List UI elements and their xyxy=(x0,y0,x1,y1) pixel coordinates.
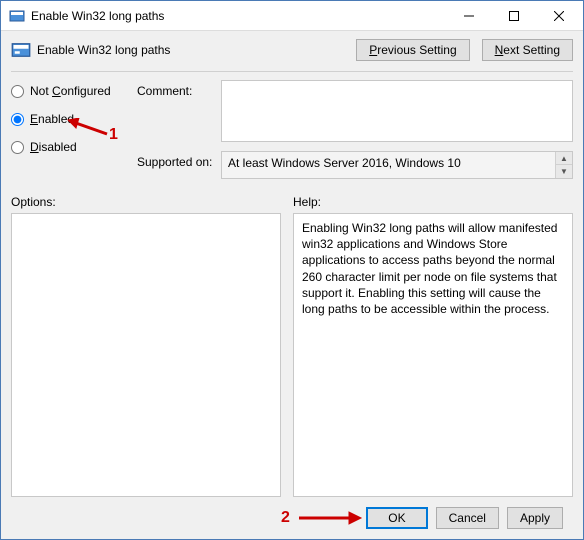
options-box xyxy=(11,213,281,497)
footer: 2 OK Cancel Apply xyxy=(11,497,573,539)
options-label: Options: xyxy=(11,195,281,209)
annotation-arrow-2 xyxy=(297,509,363,527)
supported-on-label: Supported on: xyxy=(137,151,215,169)
minimize-button[interactable] xyxy=(446,2,491,30)
help-text: Enabling Win32 long paths will allow man… xyxy=(302,221,557,316)
policy-icon xyxy=(11,40,31,60)
next-label-rest: ext Setting xyxy=(503,43,560,57)
previous-setting-button[interactable]: Previous Setting xyxy=(356,39,469,61)
titlebar: Enable Win32 long paths xyxy=(1,1,583,31)
divider xyxy=(11,71,573,72)
supported-on-text: At least Windows Server 2016, Windows 10 xyxy=(228,156,461,170)
header-row: Enable Win32 long paths Previous Setting… xyxy=(1,31,583,67)
prev-label-rest: revious Setting xyxy=(377,43,456,57)
ok-button[interactable]: OK xyxy=(366,507,427,529)
disabled-radio[interactable] xyxy=(11,141,24,154)
state-radio-group: Not Configured Enabled Disabled 1 xyxy=(11,80,131,154)
cancel-button[interactable]: Cancel xyxy=(436,507,499,529)
enabled-radio[interactable] xyxy=(11,113,24,126)
annotation-number-2: 2 xyxy=(281,509,290,527)
comment-textarea[interactable] xyxy=(221,80,573,142)
not-configured-radio[interactable] xyxy=(11,85,24,98)
policy-editor-window: Enable Win32 long paths Enable Win32 lon… xyxy=(0,0,584,540)
scroll-down-button[interactable]: ▼ xyxy=(555,165,572,178)
maximize-button[interactable] xyxy=(491,2,536,30)
scroll-up-button[interactable]: ▲ xyxy=(555,152,572,165)
window-title: Enable Win32 long paths xyxy=(31,9,446,23)
policy-icon xyxy=(9,8,25,24)
help-box: Enabling Win32 long paths will allow man… xyxy=(293,213,573,497)
annotation-arrow-1 xyxy=(65,118,109,138)
close-button[interactable] xyxy=(536,2,581,30)
help-label: Help: xyxy=(293,195,573,209)
annotation-number-1: 1 xyxy=(109,126,118,144)
apply-button[interactable]: Apply xyxy=(507,507,563,529)
disabled-label[interactable]: Disabled xyxy=(30,140,77,154)
supported-on-box: At least Windows Server 2016, Windows 10… xyxy=(221,151,573,179)
not-configured-label[interactable]: Not Configured xyxy=(30,84,111,98)
comment-label: Comment: xyxy=(137,80,215,98)
next-setting-button[interactable]: Next Setting xyxy=(482,39,573,61)
page-title: Enable Win32 long paths xyxy=(37,43,356,57)
